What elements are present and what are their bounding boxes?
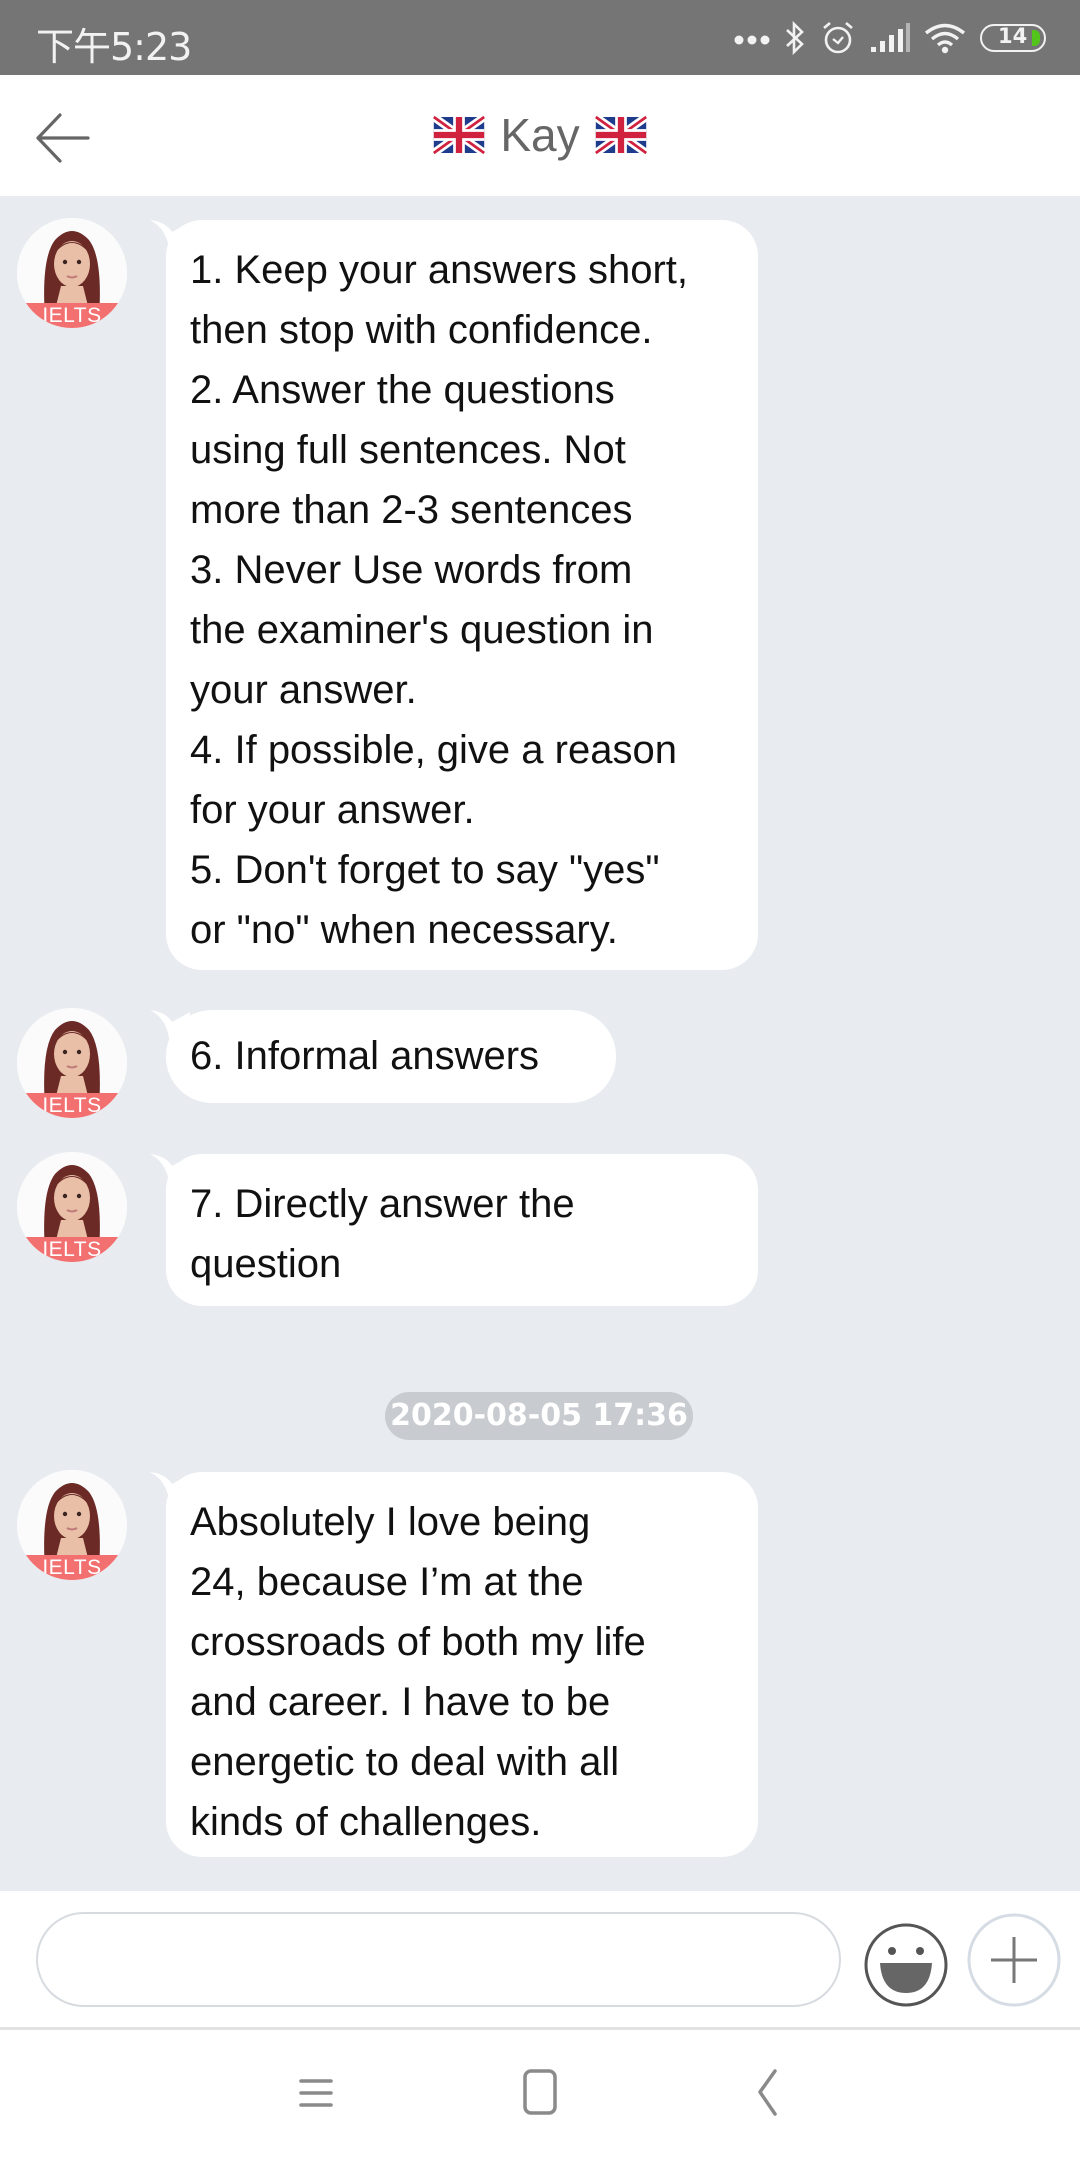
message-line: 4. If possible, give a reason [190, 728, 677, 772]
system-back-button[interactable] [737, 2068, 797, 2118]
message-line: kinds of challenges. [190, 1800, 542, 1844]
timestamp-divider: 2020-08-05 17:36 [385, 1392, 693, 1440]
message-line: 2. Answer the questions [190, 368, 615, 412]
menu-icon [299, 2079, 333, 2107]
ielts-badge: IELTS [17, 1093, 127, 1118]
ielts-badge: IELTS [17, 303, 127, 328]
emoji-button[interactable] [862, 1921, 950, 2009]
system-nav-bar [0, 2030, 1080, 2160]
uk-flag-icon [593, 113, 648, 157]
avatar[interactable]: IELTS [17, 1008, 127, 1118]
message-line: energetic to deal with all [190, 1740, 620, 1784]
home-square-icon [523, 2069, 557, 2115]
home-button[interactable] [510, 2068, 570, 2118]
signal-icon [871, 23, 910, 52]
wifi-icon [924, 23, 966, 54]
chat-title: Kay [0, 103, 1080, 167]
message-bubble[interactable]: Absolutely I love being 24, because I’m … [166, 1472, 758, 1857]
message-line: 3. Never Use words from [190, 548, 633, 592]
ielts-badge: IELTS [17, 1555, 127, 1580]
message-line: or "no" when necessary. [190, 908, 618, 952]
uk-flag-icon [432, 113, 487, 157]
smiley-icon [864, 1923, 948, 2007]
message-line: 1. Keep your answers short, [190, 248, 689, 292]
message-bubble[interactable]: 6. Informal answers [166, 1010, 616, 1103]
message-line: question [190, 1242, 342, 1286]
message-input-bar [0, 1891, 1080, 2029]
battery-level: 14 [998, 24, 1028, 48]
message-line: 24, because I’m at the [190, 1560, 584, 1604]
message-line: 5. Don't forget to say "yes" [190, 848, 660, 892]
more-dots-icon [734, 35, 770, 45]
plus-icon [967, 1913, 1061, 2007]
chat-messages[interactable]: IELTS 1. Keep your answers short, then s… [0, 196, 1080, 1891]
message-line: more than 2-3 sentences [190, 488, 633, 532]
chat-header: Kay [0, 75, 1080, 196]
ielts-badge: IELTS [17, 1237, 127, 1262]
status-time: 下午5:23 [36, 25, 192, 69]
recent-apps-button[interactable] [286, 2068, 346, 2118]
message-line: 6. Informal answers [190, 1034, 540, 1078]
contact-name: Kay [500, 109, 580, 161]
message-line: using full sentences. Not [190, 428, 626, 472]
message-input[interactable] [36, 1912, 841, 2007]
bluetooth-icon [786, 20, 804, 56]
message-bubble[interactable]: 7. Directly answer the question [166, 1154, 758, 1306]
back-chevron-icon [758, 2069, 777, 2116]
status-bar: 下午5:23 14 [0, 0, 1080, 75]
battery-fill [1032, 30, 1040, 46]
message-line: 7. Directly answer the [190, 1182, 575, 1226]
attach-plus-button[interactable] [966, 1911, 1062, 2009]
avatar[interactable]: IELTS [17, 218, 127, 328]
message-line: for your answer. [190, 788, 475, 832]
battery-icon: 14 [980, 24, 1046, 52]
message-line: your answer. [190, 668, 417, 712]
message-line: crossroads of both my life [190, 1620, 646, 1664]
status-icons: 14 [734, 18, 1046, 58]
message-line: Absolutely I love being [190, 1500, 591, 1544]
avatar[interactable]: IELTS [17, 1152, 127, 1262]
message-line: and career. I have to be [190, 1680, 611, 1724]
avatar[interactable]: IELTS [17, 1470, 127, 1580]
message-bubble[interactable]: 1. Keep your answers short, then stop wi… [166, 220, 758, 970]
alarm-icon [823, 22, 853, 54]
message-line: then stop with confidence. [190, 308, 653, 352]
message-line: the examiner's question in [190, 608, 654, 652]
